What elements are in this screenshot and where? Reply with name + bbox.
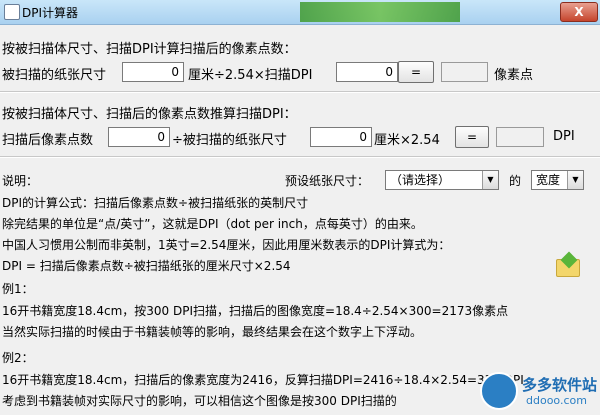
window-title: DPI计算器 xyxy=(22,6,79,20)
close-button[interactable]: X xyxy=(560,2,598,22)
watermark-name: 多多软件站 xyxy=(522,376,598,394)
formula-line: 除完结果的单位是“点/英寸”，这就是DPI（dot per inch，点每英寸）… xyxy=(2,217,423,231)
example2-title: 例2： xyxy=(2,351,34,365)
section1-result-unit: 像素点 xyxy=(494,68,534,83)
formula-line: 中国人习惯用公制而非英制，1英寸=2.54厘米，因此用厘米数表示的DPI计算式为… xyxy=(2,238,451,252)
section2-pixels-input[interactable]: 0 xyxy=(108,127,170,147)
section1-dpi-input[interactable]: 0 xyxy=(336,62,398,82)
section2-pixels-label: 扫描后像素点数 xyxy=(2,133,94,148)
title-bar: DPI计算器 X xyxy=(0,0,600,25)
watermark-logo-icon xyxy=(480,372,518,410)
section1-size-label: 被扫描的纸张尺寸 xyxy=(2,68,107,83)
section1-calc-button[interactable]: = xyxy=(398,61,434,83)
chevron-down-icon[interactable]: ▼ xyxy=(567,171,583,189)
section2-unit-text: 厘米×2.54 xyxy=(374,133,440,148)
section2-result xyxy=(496,127,544,147)
example2-line: 考虑到书籍装帧对实际尺寸的影响，可以相信这个图像是按300 DPI扫描的 xyxy=(2,394,397,408)
section1-size-input[interactable]: 0 xyxy=(122,62,184,82)
dimension-select[interactable]: 宽度 ▼ xyxy=(531,170,584,190)
notes-label: 说明： xyxy=(2,174,39,188)
section2-heading: 按被扫描体尺寸、扫描后的像素点数推算扫描DPI： xyxy=(2,107,297,122)
folder-icon xyxy=(556,259,580,277)
section2-size-input[interactable]: 0 xyxy=(310,127,372,147)
title-decoration xyxy=(300,2,460,22)
watermark: 多多软件站 ddooo.com xyxy=(480,370,600,415)
example2-line: 16开书籍宽度18.4cm，扫描后的像素宽度为2416，反算扫描DPI=2416… xyxy=(2,373,524,387)
watermark-url: ddooo.com xyxy=(526,394,587,407)
section2-div-text: ÷被扫描的纸张尺寸 xyxy=(172,133,287,148)
chevron-down-icon[interactable]: ▼ xyxy=(482,171,498,189)
of-label: 的 xyxy=(509,174,522,188)
divider xyxy=(0,156,600,158)
preset-size-select[interactable]: （请选择） ▼ xyxy=(385,170,499,190)
divider xyxy=(0,91,600,93)
example1-title: 例1： xyxy=(2,282,34,296)
section1-result xyxy=(441,62,488,82)
app-icon xyxy=(4,4,20,20)
preset-size-label: 预设纸张尺寸： xyxy=(285,174,370,188)
formula-line: DPI = 扫描后像素点数÷被扫描纸张的厘米尺寸×2.54 xyxy=(2,259,291,273)
section1-heading: 按被扫描体尺寸、扫描DPI计算扫描后的像素点数： xyxy=(2,42,297,57)
section1-unit-text: 厘米÷2.54×扫描DPI xyxy=(188,68,313,83)
dimension-value: 宽度 xyxy=(536,173,561,187)
preset-size-value: （请选择） xyxy=(390,173,451,187)
section2-result-unit: DPI xyxy=(553,129,575,144)
example1-line: 16开书籍宽度18.4cm，按300 DPI扫描，扫描后的图像宽度=18.4÷2… xyxy=(2,304,509,318)
formula-line: DPI的计算公式：扫描后像素点数÷被扫描纸张的英制尺寸 xyxy=(2,196,309,210)
example1-line: 当然实际扫描的时候由于书籍装帧等的影响，最终结果会在这个数字上下浮动。 xyxy=(2,325,423,339)
section2-calc-button[interactable]: = xyxy=(455,126,489,148)
